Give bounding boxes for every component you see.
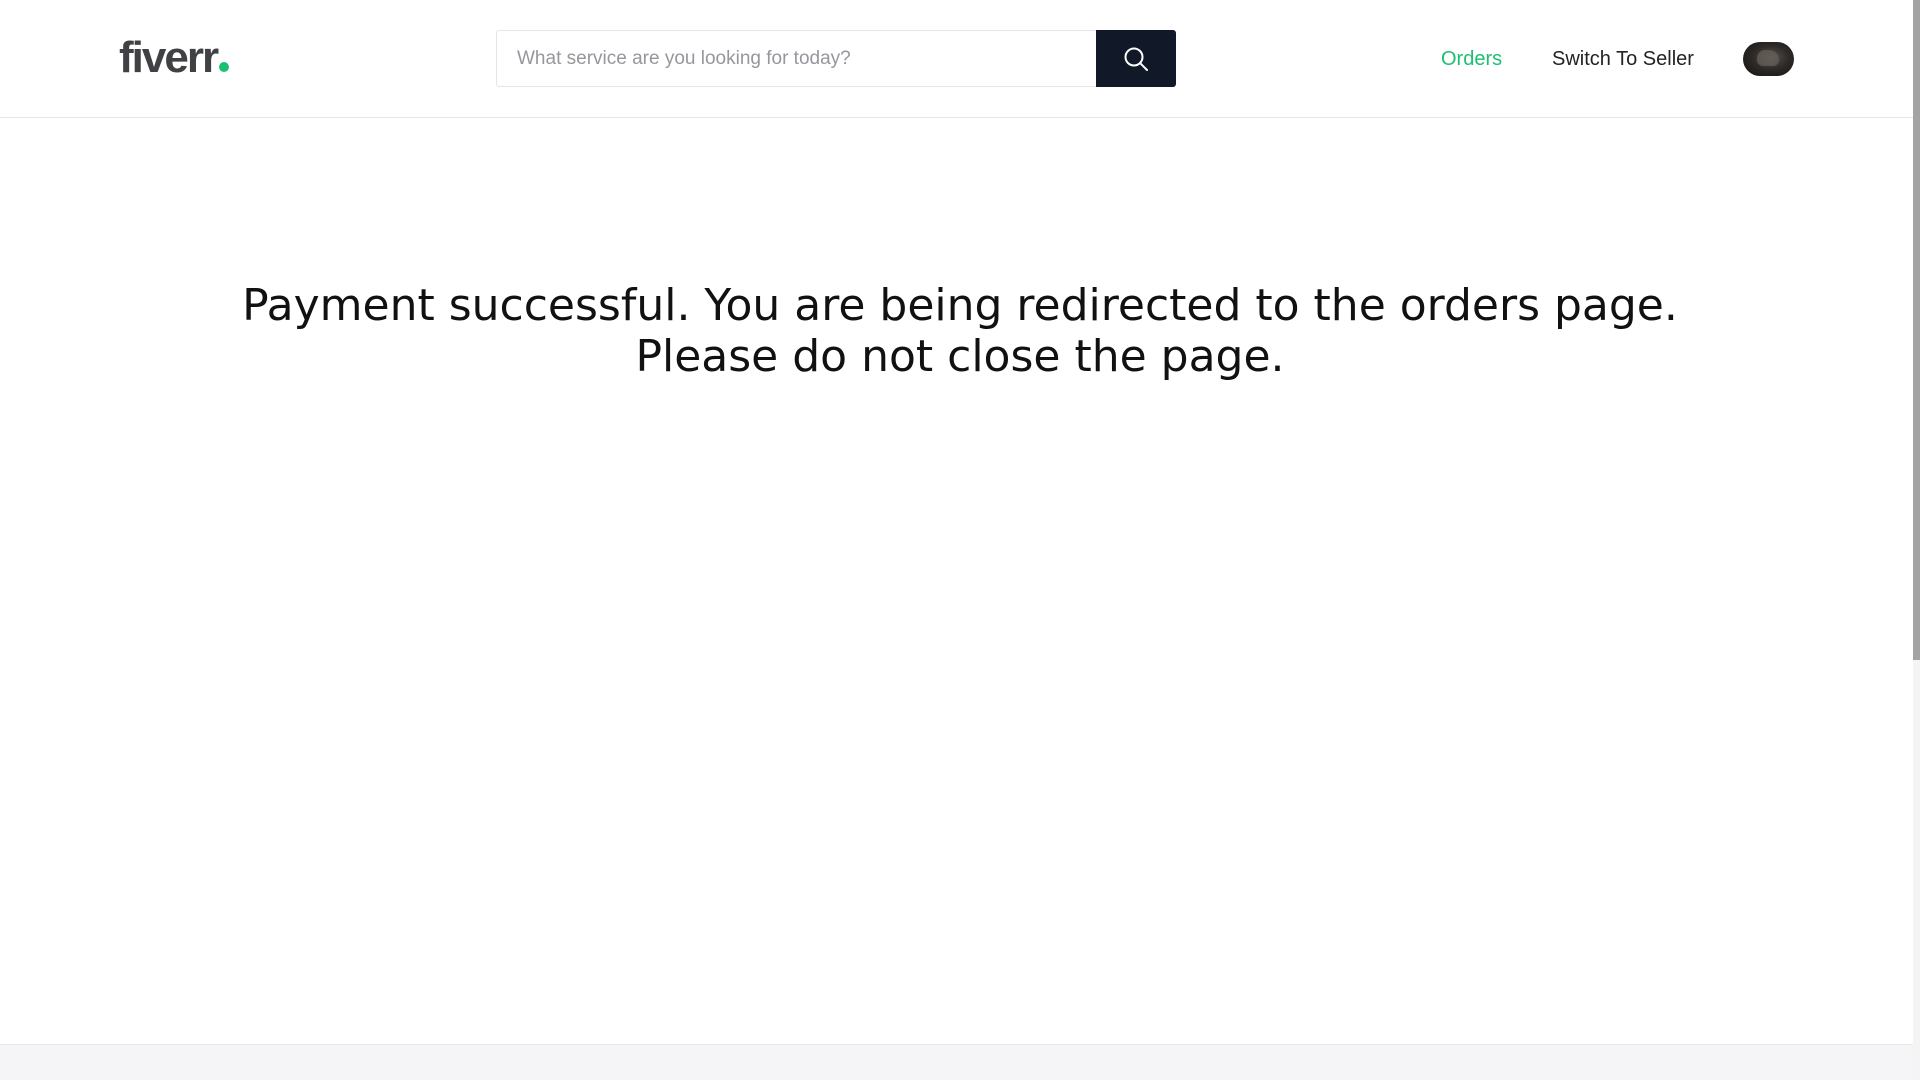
- fiverr-logo[interactable]: fiverr: [119, 32, 230, 84]
- orders-link[interactable]: Orders: [1441, 46, 1502, 72]
- search-input[interactable]: [496, 30, 1096, 87]
- logo-text: fiverr: [119, 33, 219, 82]
- message-line-2: Please do not close the page.: [635, 331, 1285, 382]
- footer-strip: [0, 1044, 1913, 1080]
- logo-dot: [219, 62, 230, 72]
- search-button[interactable]: [1096, 30, 1176, 87]
- switch-to-seller-link[interactable]: Switch To Seller: [1552, 46, 1694, 72]
- message-line-1: Payment successful. You are being redire…: [242, 280, 1678, 331]
- search-bar: [496, 30, 1176, 87]
- page: fiverr Orders Switch To Seller Payment s…: [0, 0, 1920, 1080]
- scrollbar-thumb[interactable]: [1913, 0, 1920, 660]
- scrollbar-track[interactable]: [1913, 0, 1920, 1080]
- avatar-image: [1757, 50, 1779, 66]
- payment-success-message: Payment successful. You are being redire…: [0, 280, 1920, 382]
- user-avatar[interactable]: [1743, 42, 1794, 76]
- top-navbar: fiverr Orders Switch To Seller: [0, 0, 1920, 118]
- search-icon: [1124, 47, 1148, 71]
